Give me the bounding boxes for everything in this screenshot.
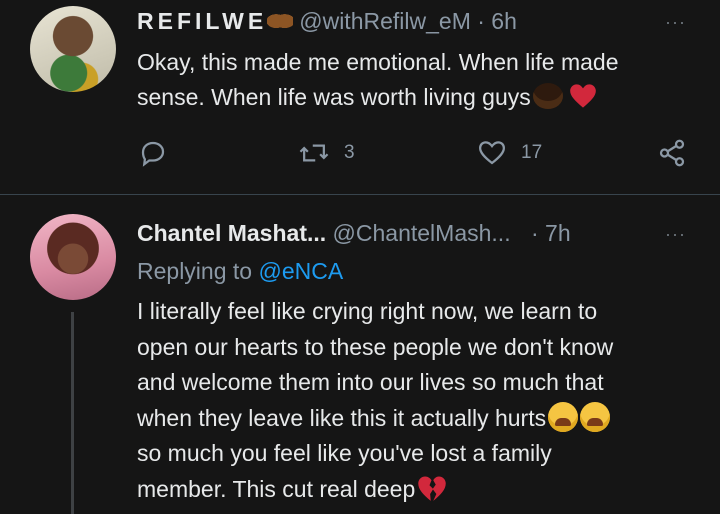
tweet-text-line: Okay, this made me emotional. When life … xyxy=(137,49,619,75)
share-button[interactable] xyxy=(656,138,688,168)
tweet-text: I literally feel like crying right now, … xyxy=(137,294,697,507)
like-button[interactable]: 17 xyxy=(477,138,542,168)
tweet-text-line: when they leave like this it actually hu… xyxy=(137,401,697,437)
tweet-actions: 3 17 xyxy=(0,138,720,172)
retweet-button[interactable]: 3 xyxy=(298,138,355,168)
tweet-text: Okay, this made me emotional. When life … xyxy=(137,45,697,115)
tweet-header: Chantel Mashat... @ChantelMash... · 7h xyxy=(137,220,571,247)
reply-icon xyxy=(141,141,165,167)
broken-heart-icon xyxy=(418,476,447,501)
more-options-icon[interactable]: ··· xyxy=(665,224,686,245)
raised-hands-icon xyxy=(267,9,294,31)
face-emoji-icon xyxy=(532,83,563,109)
tweet-text-line: so much you feel like you've lost a fami… xyxy=(137,440,552,466)
share-icon xyxy=(659,139,685,167)
reply-button[interactable] xyxy=(138,138,182,168)
replying-to: Replying to @eNCA xyxy=(137,258,344,284)
handle[interactable]: @ChantelMash... xyxy=(333,220,511,246)
mention-link[interactable]: @eNCA xyxy=(258,258,343,284)
tweet-text-line: member. This cut real deep xyxy=(137,472,697,508)
tweet-refilwe[interactable]: REFILWE @withRefilw_eM · 6h ··· Okay, thi… xyxy=(0,0,720,194)
timestamp[interactable]: · 7h xyxy=(531,220,571,246)
handle-and-time[interactable]: @withRefilw_eM · 6h xyxy=(299,8,517,34)
tweet-text-line: and welcome them into our lives so much … xyxy=(137,369,604,395)
tweet-header: REFILWE @withRefilw_eM · 6h xyxy=(137,8,517,35)
avatar-refilwe[interactable] xyxy=(30,6,116,92)
tweet-text-line: open our hearts to these people we don't… xyxy=(137,333,614,360)
crying-face-icon xyxy=(548,401,579,432)
thread-line xyxy=(71,312,74,514)
tweet-text-line: sense. When life was worth living guys xyxy=(137,80,697,115)
red-heart-icon xyxy=(569,84,596,108)
crying-face-icon xyxy=(580,401,611,432)
like-count: 17 xyxy=(521,142,543,163)
more-options-icon[interactable]: ··· xyxy=(665,12,686,33)
retweet-count: 3 xyxy=(344,142,355,163)
tweet-text-line: I literally feel like crying right now, … xyxy=(137,298,598,324)
retweet-icon xyxy=(299,144,329,162)
tweet-divider xyxy=(0,194,720,195)
display-name[interactable]: REFILWE xyxy=(137,8,267,34)
avatar-chantel[interactable] xyxy=(30,214,116,300)
like-icon xyxy=(478,141,506,165)
display-name[interactable]: Chantel Mashat... xyxy=(137,220,326,246)
